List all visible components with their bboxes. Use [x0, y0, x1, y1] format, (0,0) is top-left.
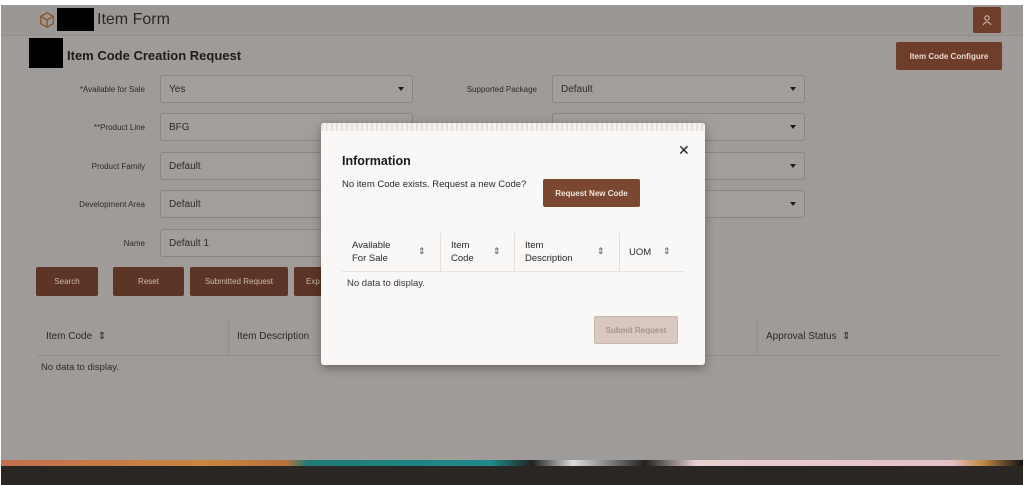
redacted-image: [29, 38, 63, 68]
product-line-label: **Product Line: [93, 123, 145, 132]
dropdown-caret-icon: [790, 125, 796, 129]
footer-bar: [1, 466, 1023, 485]
user-icon: [982, 15, 992, 26]
column-label: Approval Status: [766, 331, 837, 342]
dialog-table-empty-message: No data to display.: [347, 278, 425, 289]
select-value: Yes: [169, 84, 186, 95]
development-area-label: Development Area: [79, 200, 145, 209]
information-dialog: Information ✕ No item Code exists. Reque…: [321, 123, 705, 365]
sort-icon[interactable]: ⇕: [597, 246, 605, 257]
reset-button[interactable]: Reset: [113, 267, 184, 296]
dropdown-caret-icon: [790, 202, 796, 206]
column-header-uom[interactable]: UOM: [629, 246, 651, 259]
supported-package-select[interactable]: Default: [552, 75, 805, 103]
dropdown-caret-icon: [790, 164, 796, 168]
column-label-line1: Available: [352, 240, 391, 251]
dialog-header-texture: [321, 123, 705, 131]
table-empty-message: No data to display.: [41, 362, 119, 373]
user-menu-button[interactable]: [973, 7, 1001, 33]
app-header: Item Form: [1, 5, 1023, 36]
submit-request-button[interactable]: Submit Request: [594, 316, 678, 344]
sort-icon[interactable]: ⇕: [493, 246, 501, 257]
dropdown-caret-icon: [398, 87, 404, 91]
column-label-line2: Code: [451, 253, 474, 264]
select-value: BFG: [169, 122, 190, 133]
column-label-line2: Description: [525, 253, 573, 264]
column-label: Item Code: [46, 331, 93, 342]
column-header-item-description[interactable]: Item Description: [525, 239, 573, 265]
sort-icon: ⇕: [839, 331, 851, 342]
cube-icon: [39, 11, 55, 29]
name-label: Name: [123, 239, 145, 248]
select-value: Default: [561, 84, 593, 95]
column-divider: [440, 233, 441, 271]
column-label-line2: For Sale: [352, 253, 388, 264]
column-header-item-code[interactable]: Item Code: [451, 239, 474, 265]
app-title: Item Form: [97, 11, 170, 28]
table-header-divider: [342, 271, 685, 272]
column-divider: [619, 233, 620, 271]
column-label-line1: Item: [525, 240, 544, 251]
supported-package-label: Supported Package: [466, 85, 537, 94]
select-value: Default: [169, 161, 201, 172]
product-family-label: Product Family: [91, 162, 145, 171]
column-label-line1: Item: [451, 240, 470, 251]
sort-icon[interactable]: ⇕: [418, 246, 426, 257]
redacted-logo: [57, 8, 94, 31]
column-header-available-for-sale[interactable]: Available For Sale: [352, 239, 390, 265]
dialog-title: Information: [342, 154, 411, 168]
request-new-code-button[interactable]: Request New Code: [543, 179, 640, 207]
dropdown-caret-icon: [790, 87, 796, 91]
search-button[interactable]: Search: [36, 267, 98, 296]
sort-icon: ⇕: [94, 331, 107, 342]
column-divider: [757, 320, 758, 355]
available-for-sale-label: *Available for Sale: [79, 85, 145, 94]
sort-icon[interactable]: ⇕: [663, 246, 671, 257]
submitted-request-button[interactable]: Submitted Request: [190, 267, 288, 296]
available-for-sale-select[interactable]: Yes: [160, 75, 413, 103]
dialog-message: No item Code exists. Request a new Code?: [342, 179, 527, 190]
close-icon[interactable]: ✕: [678, 142, 690, 159]
column-divider: [228, 320, 229, 355]
column-header-item-description[interactable]: Item Description: [237, 331, 309, 342]
input-value: Default 1: [169, 238, 210, 249]
select-value: Default: [169, 199, 201, 210]
page-title: Item Code Creation Request: [67, 48, 242, 63]
column-divider: [514, 233, 515, 271]
column-header-approval-status[interactable]: Approval Status ⇕: [766, 331, 851, 342]
item-code-configure-button[interactable]: Item Code Configure: [896, 42, 1002, 70]
column-header-item-code[interactable]: Item Code ⇕: [46, 331, 106, 342]
